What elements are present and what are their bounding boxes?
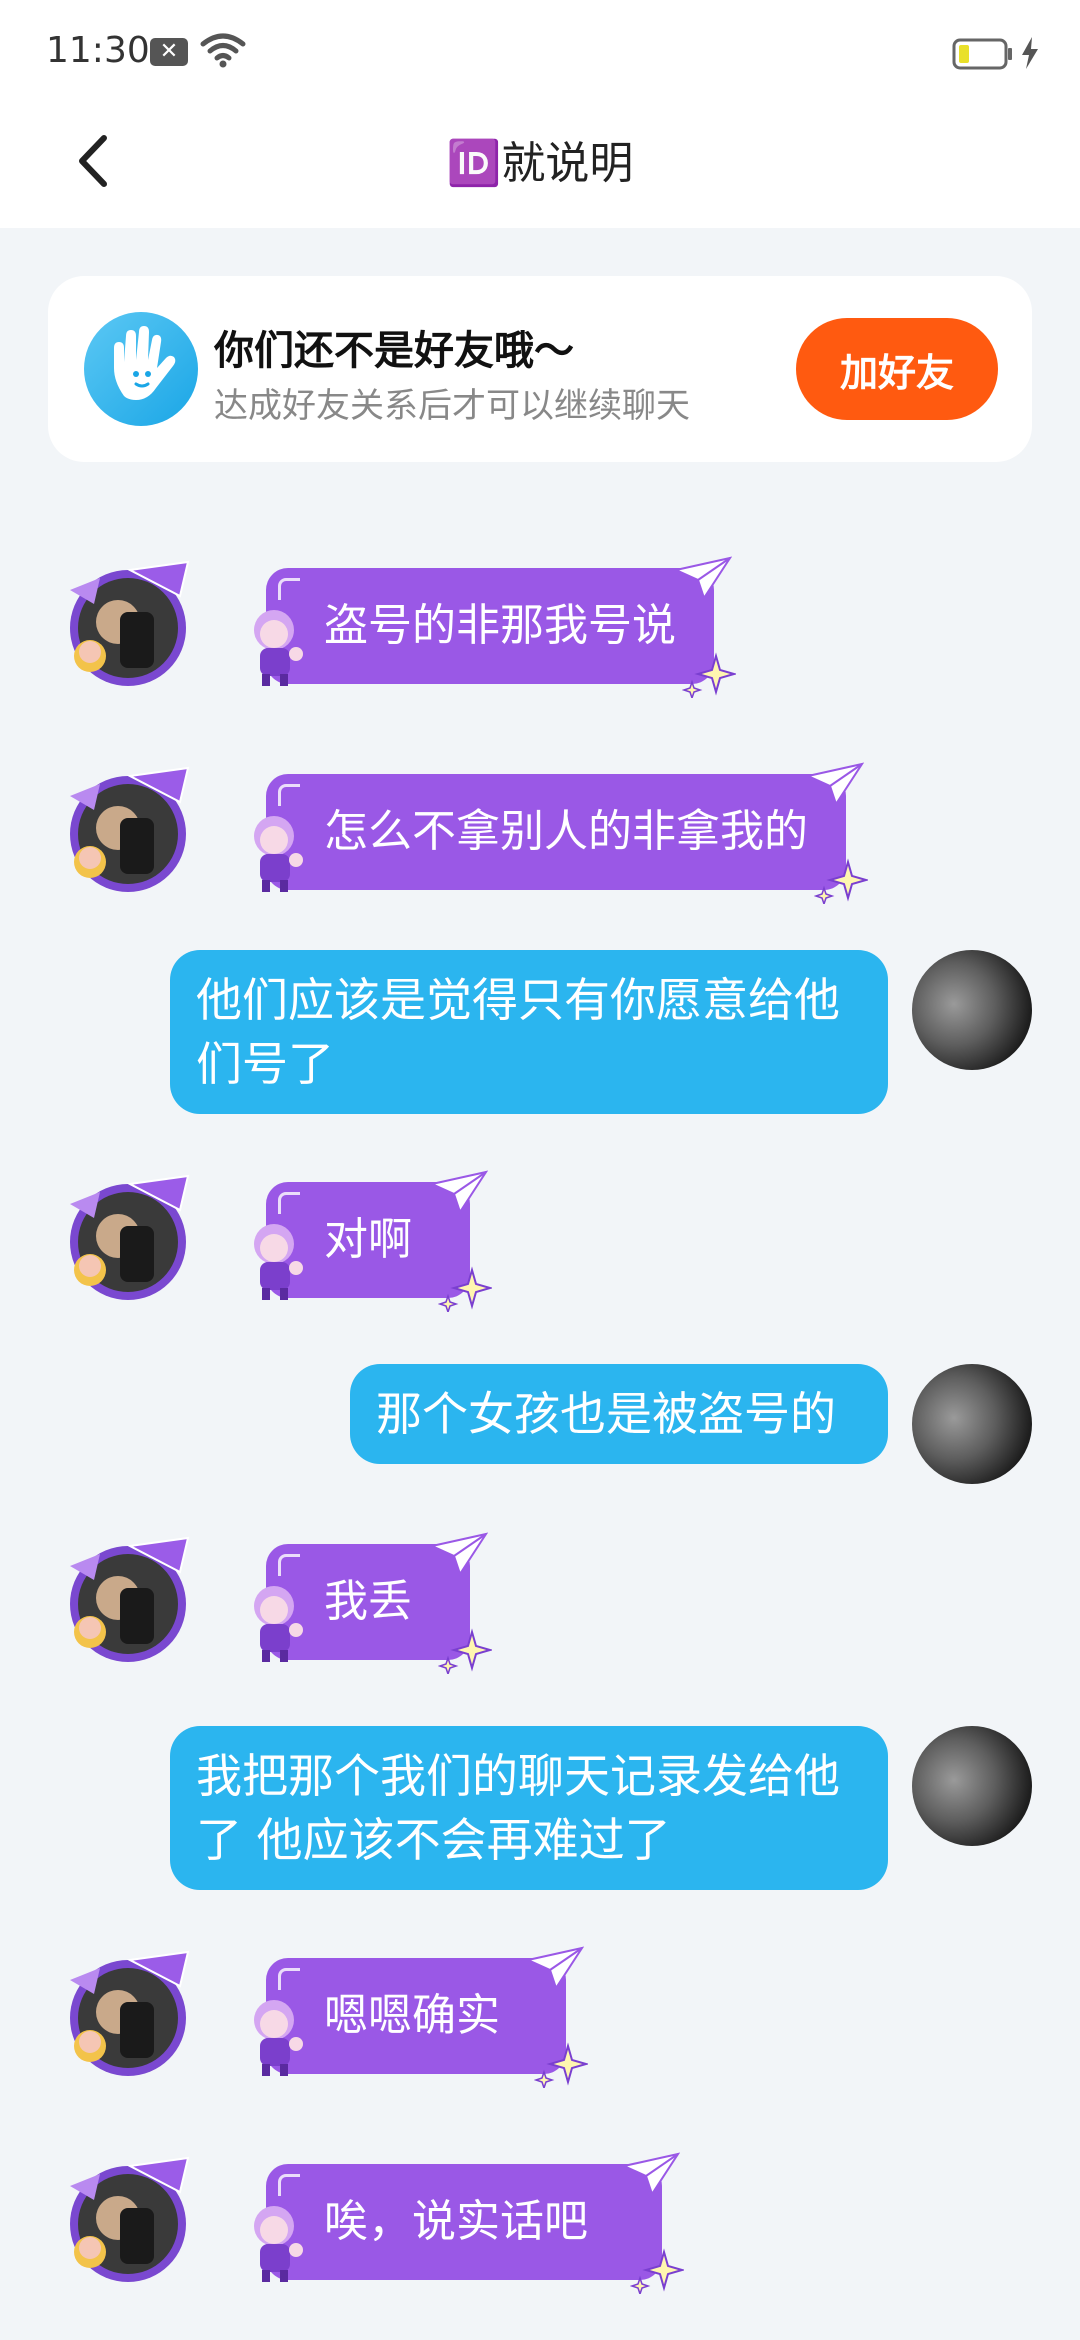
message-row: 那个女孩也是被盗号的 [0, 1364, 1080, 1494]
paper-plane-icon [806, 762, 864, 806]
message-bubble-received[interactable]: 怎么不拿别人的非拿我的 [254, 762, 868, 904]
status-bar: 11:30 ✕ [0, 0, 1080, 104]
notice-subtitle: 达成好友关系后才可以继续聊天 [214, 386, 690, 426]
add-friend-button[interactable]: 加好友 [796, 318, 998, 420]
sparkle-icon [814, 858, 868, 904]
message-row: 唉，说实话吧 [0, 2152, 1080, 2302]
message-row: 怎么不拿别人的非拿我的 [0, 762, 1080, 912]
message-bubble-sent[interactable]: 那个女孩也是被盗号的 [350, 1364, 888, 1464]
status-time: 11:30 [46, 30, 150, 71]
chibi-sticker-icon [254, 610, 303, 686]
message-bubble-received[interactable]: 唉，说实话吧 [254, 2152, 684, 2294]
message-bubble-sent[interactable]: 我把那个我们的聊天记录发给他 了 他应该不会再难过了 [170, 1726, 888, 1890]
sparkle-icon [630, 2248, 684, 2294]
chibi-sticker-icon [254, 2206, 303, 2282]
paper-plane-icon [430, 1170, 488, 1214]
sparkle-icon [438, 1628, 492, 1674]
chibi-sticker-icon [254, 816, 303, 892]
message-bubble-received[interactable]: 对啊 [254, 1170, 492, 1312]
paper-plane-icon [430, 1532, 488, 1576]
sparkle-icon [534, 2042, 588, 2088]
contact-avatar[interactable] [60, 762, 196, 898]
message-bubble-sent[interactable]: 他们应该是觉得只有你愿意给他 们号了 [170, 950, 888, 1114]
chibi-sticker-icon [254, 1586, 303, 1662]
message-row: 我把那个我们的聊天记录发给他 了 他应该不会再难过了 [0, 1726, 1080, 1896]
contact-avatar[interactable] [60, 1532, 196, 1668]
notification-icon: ✕ [150, 38, 188, 66]
friend-notice-card: 你们还不是好友哦～ 达成好友关系后才可以继续聊天 加好友 [48, 276, 1032, 462]
message-text: 对啊 [324, 1214, 412, 1265]
message-text: 盗号的非那我号说 [324, 600, 676, 651]
contact-avatar[interactable] [60, 2152, 196, 2288]
message-text-line: 他们应该是觉得只有你愿意给他 [196, 973, 840, 1027]
chibi-sticker-icon [254, 1224, 303, 1300]
battery-icon [952, 38, 1012, 70]
notice-title: 你们还不是好友哦～ [214, 328, 574, 374]
message-bubble-received[interactable]: 盗号的非那我号说 [254, 556, 736, 698]
message-row: 他们应该是觉得只有你愿意给他 们号了 [0, 950, 1080, 1120]
message-text: 我丢 [324, 1576, 412, 1627]
my-avatar[interactable] [912, 950, 1032, 1070]
contact-avatar[interactable] [60, 556, 196, 692]
chibi-sticker-icon [254, 2000, 303, 2076]
charging-icon [1022, 37, 1038, 69]
paper-plane-icon [674, 556, 732, 600]
page-title: 🆔就说明 [446, 138, 634, 189]
message-row: 我丢 [0, 1532, 1080, 1682]
message-row: 对啊 [0, 1170, 1080, 1320]
message-text-line: 我把那个我们的聊天记录发给他 [196, 1749, 840, 1803]
paper-plane-icon [622, 2152, 680, 2196]
message-text-line: 了 他应该不会再难过了 [196, 1813, 671, 1867]
message-row: 盗号的非那我号说 [0, 556, 1080, 706]
message-text-line: 们号了 [196, 1037, 334, 1091]
contact-avatar[interactable] [60, 1170, 196, 1306]
my-avatar[interactable] [912, 1726, 1032, 1846]
contact-avatar[interactable] [60, 1946, 196, 2082]
waving-hand-icon [84, 312, 198, 426]
message-text: 那个女孩也是被盗号的 [376, 1387, 836, 1441]
my-avatar[interactable] [912, 1364, 1032, 1484]
message-bubble-received[interactable]: 嗯嗯确实 [254, 1946, 588, 2088]
message-text: 嗯嗯确实 [324, 1990, 500, 2041]
message-row: 嗯嗯确实 [0, 1946, 1080, 2096]
nav-bar: 🆔就说明 [0, 104, 1080, 228]
message-text: 唉，说实话吧 [324, 2196, 588, 2247]
message-bubble-received[interactable]: 我丢 [254, 1532, 492, 1674]
sparkle-icon [682, 652, 736, 698]
sparkle-icon [438, 1266, 492, 1312]
paper-plane-icon [526, 1946, 584, 1990]
wifi-icon [200, 33, 246, 68]
message-text: 怎么不拿别人的非拿我的 [324, 806, 808, 857]
